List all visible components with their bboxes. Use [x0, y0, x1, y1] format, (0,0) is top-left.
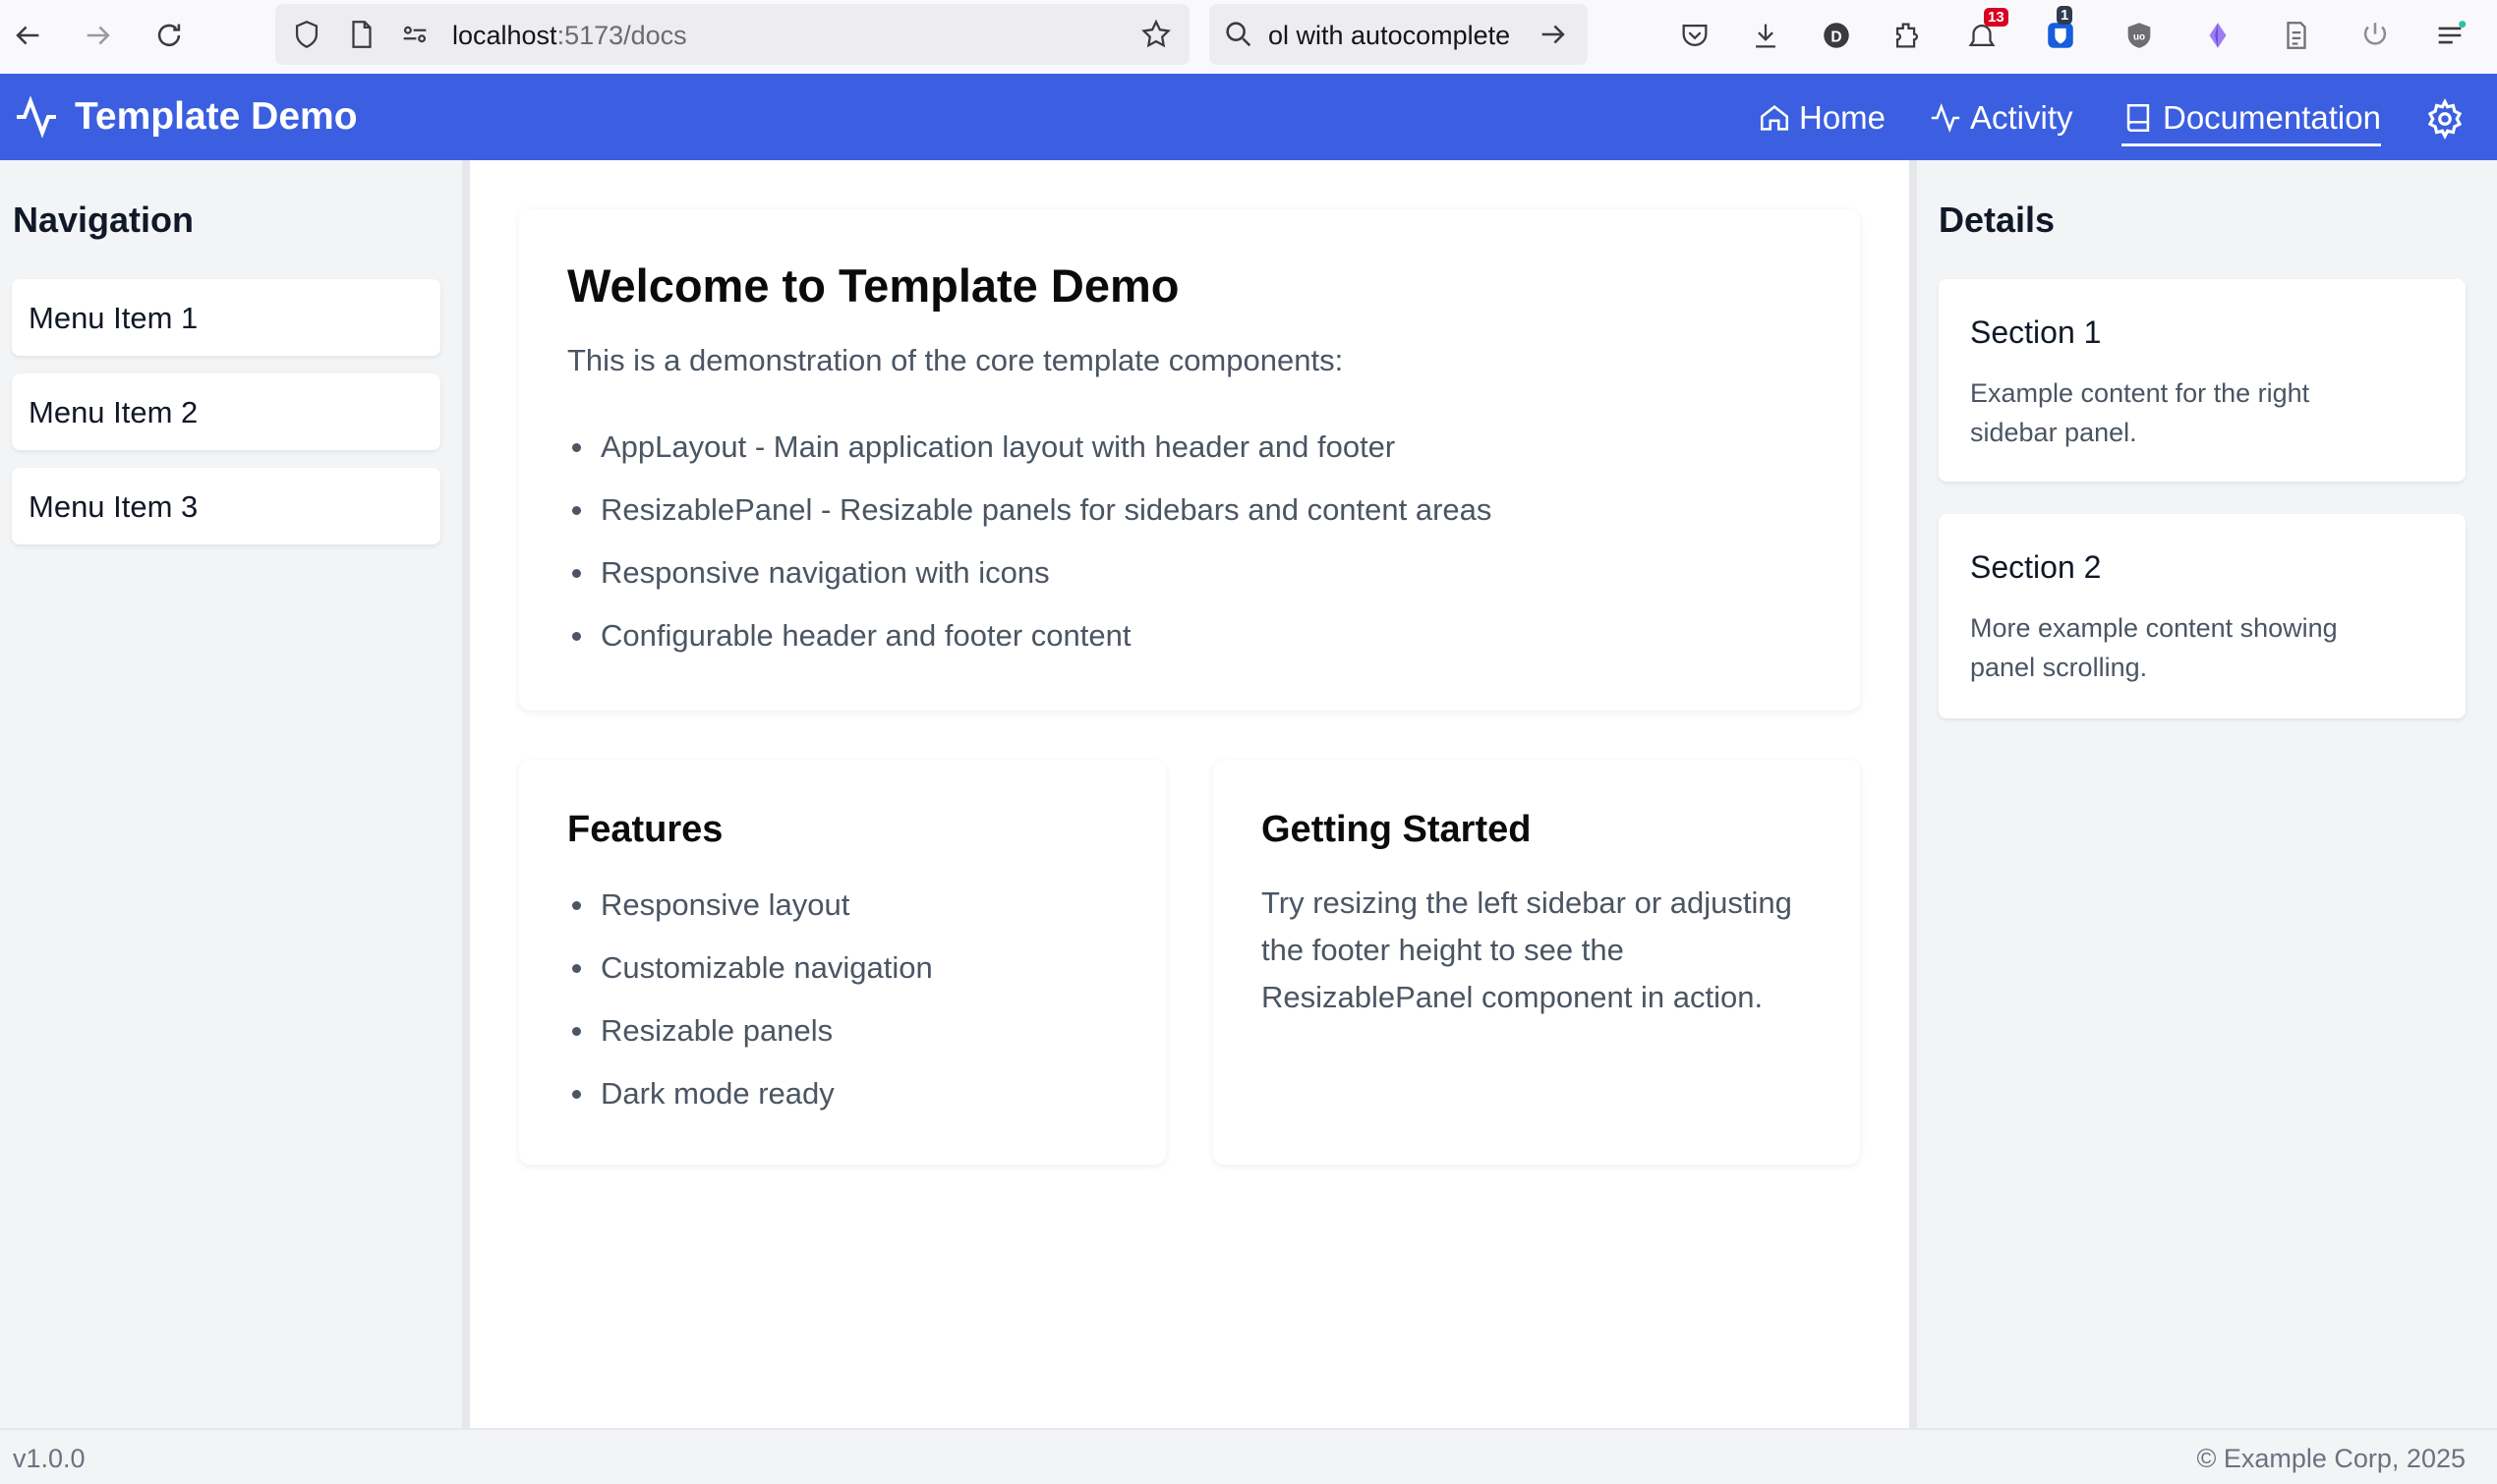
- search-text[interactable]: ol with autocomplete: [1268, 21, 1534, 51]
- browser-toolbar: localhost:5173/docs ol with autocomplete…: [0, 0, 2497, 74]
- section-text: Example content for the right sidebar pa…: [1970, 378, 2310, 447]
- list-item: Dark mode ready: [567, 1076, 835, 1112]
- list-item: Customizable navigation: [567, 950, 933, 986]
- welcome-title: Welcome to Template Demo: [567, 259, 1180, 312]
- notifications-badge: 13: [1984, 8, 2008, 27]
- bitwarden-icon[interactable]: 1: [2041, 6, 2080, 55]
- getting-started-title: Getting Started: [1261, 809, 1532, 850]
- menu-item-1[interactable]: Menu Item 1: [12, 279, 440, 356]
- section-title: Section 2: [1970, 549, 2102, 585]
- features-title: Features: [567, 809, 724, 850]
- menu-item-2[interactable]: Menu Item 2: [12, 373, 440, 450]
- nav-documentation[interactable]: Documentation: [2121, 93, 2381, 146]
- extension-badge: 1: [2057, 6, 2073, 25]
- list-item: Responsive navigation with icons: [567, 555, 1050, 591]
- home-icon: [1760, 105, 1789, 131]
- left-panel-resizer[interactable]: [462, 160, 470, 1428]
- list-item: Responsive layout: [567, 887, 849, 923]
- features-card: Features Responsive layout Customizable …: [519, 760, 1166, 1165]
- list-item: Configurable header and footer content: [567, 618, 1131, 654]
- url-bar[interactable]: localhost:5173/docs: [275, 4, 1190, 65]
- nav-activity-label: Activity: [1970, 99, 2073, 136]
- activity-icon: [1931, 103, 1960, 133]
- reader-icon[interactable]: [2277, 16, 2316, 55]
- reload-icon[interactable]: [149, 16, 189, 55]
- site-permissions-icon[interactable]: [395, 15, 435, 54]
- welcome-card: Welcome to Template Demo This is a demon…: [519, 209, 1860, 711]
- left-sidebar: Navigation Menu Item 1 Menu Item 2 Menu …: [0, 160, 462, 1428]
- crystal-extension-icon[interactable]: [2198, 16, 2237, 55]
- downloads-icon[interactable]: [1746, 16, 1785, 55]
- search-icon: [1219, 15, 1258, 54]
- getting-started-card: Getting Started Try resizing the left si…: [1213, 760, 1860, 1165]
- copyright-label: © Example Corp, 2025: [2196, 1444, 2466, 1473]
- version-label: v1.0.0: [13, 1444, 86, 1473]
- url-text[interactable]: localhost:5173/docs: [452, 21, 687, 51]
- list-item: ResizablePanel - Resizable panels for si…: [567, 492, 1491, 528]
- nav-home-label: Home: [1799, 99, 1887, 136]
- page-icon: [342, 15, 381, 54]
- section-text: More example content showing panel scrol…: [1970, 613, 2338, 682]
- nav-home[interactable]: Home: [1758, 93, 1886, 143]
- extensions-icon[interactable]: [1887, 16, 1927, 55]
- sidebar-title: Navigation: [13, 200, 195, 240]
- notifications-icon[interactable]: 13: [1962, 8, 2008, 55]
- shield-icon[interactable]: [287, 15, 326, 54]
- detail-section-2: Section 2 More example content showing p…: [1939, 514, 2466, 718]
- main-content: Welcome to Template Demo This is a demon…: [470, 160, 1909, 1428]
- app-header: Template Demo Home Activity Documentatio…: [0, 74, 2497, 160]
- settings-button[interactable]: [2424, 97, 2466, 141]
- app-footer: v1.0.0 © Example Corp, 2025: [0, 1428, 2497, 1484]
- go-arrow-icon[interactable]: [1534, 15, 1573, 54]
- details-title: Details: [1939, 200, 2056, 240]
- search-bar[interactable]: ol with autocomplete: [1209, 4, 1588, 65]
- ublock-icon[interactable]: uo: [2120, 16, 2159, 55]
- bookmark-star-icon[interactable]: [1136, 15, 1176, 54]
- detail-section-1: Section 1 Example content for the right …: [1939, 279, 2466, 482]
- activity-logo-icon: [17, 95, 56, 139]
- menu-item-3[interactable]: Menu Item 3: [12, 468, 440, 544]
- nav-activity[interactable]: Activity: [1929, 93, 2073, 143]
- account-d-icon[interactable]: D: [1817, 16, 1856, 55]
- menu-icon[interactable]: [2430, 16, 2469, 55]
- book-icon: [2126, 103, 2150, 133]
- gear-icon: [2427, 97, 2463, 141]
- pocket-icon[interactable]: [1675, 16, 1714, 55]
- power-icon[interactable]: [2355, 16, 2395, 55]
- list-item: AppLayout - Main application layout with…: [567, 429, 1395, 465]
- svg-text:D: D: [1830, 29, 1841, 45]
- brand[interactable]: Template Demo: [12, 93, 358, 141]
- brand-title: Template Demo: [75, 95, 358, 138]
- section-title: Section 1: [1970, 314, 2102, 350]
- forward-icon[interactable]: [79, 16, 118, 55]
- welcome-intro: This is a demonstration of the core temp…: [567, 343, 1344, 377]
- svg-text:uo: uo: [2133, 31, 2145, 42]
- right-panel-resizer[interactable]: [1909, 160, 1917, 1428]
- list-item: Resizable panels: [567, 1013, 833, 1049]
- back-icon[interactable]: [8, 16, 47, 55]
- nav-documentation-label: Documentation: [2163, 99, 2381, 136]
- getting-started-text: Try resizing the left sidebar or adjusti…: [1261, 885, 1792, 1014]
- right-sidebar: Details Section 1 Example content for th…: [1917, 160, 2497, 1428]
